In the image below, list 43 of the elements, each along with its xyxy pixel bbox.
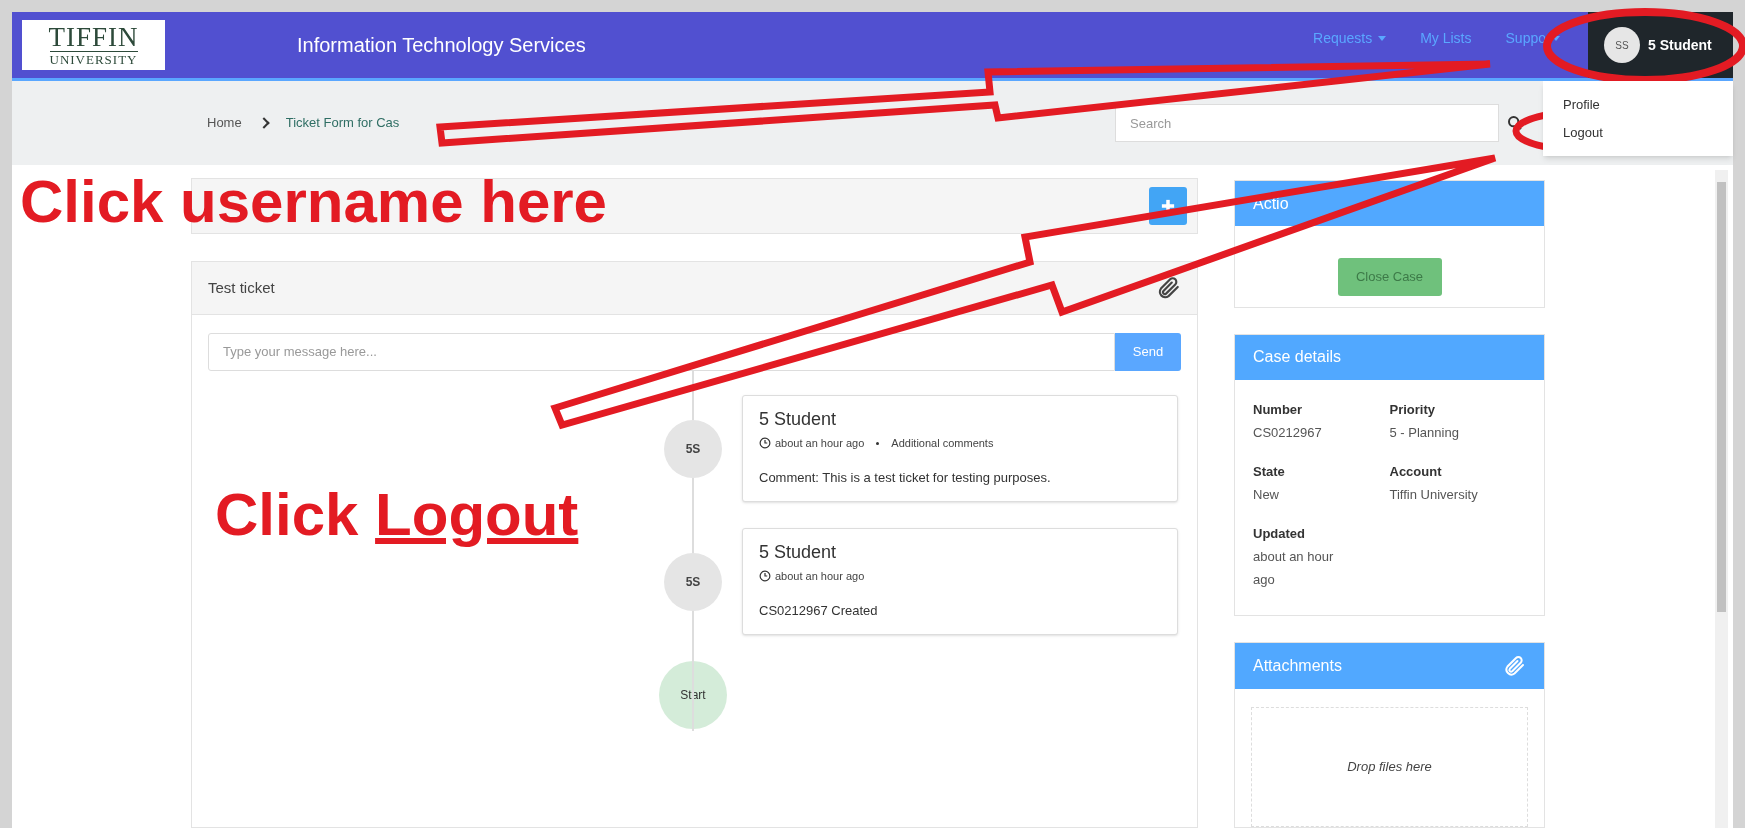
annotation-text: Click username here [20, 172, 607, 232]
timeline-avatar: 5S [664, 552, 722, 611]
author-name: 5 Student [759, 408, 838, 431]
clock-icon [759, 437, 771, 450]
timeline-avatar: 5S [664, 419, 722, 478]
search-field[interactable]: Search [1115, 104, 1499, 142]
panel-title: Case details [1253, 347, 1342, 368]
field-value: CS0212967 [1253, 423, 1323, 442]
field-label: Updated [1253, 524, 1306, 543]
timestamp: about an hour ago [775, 569, 865, 584]
field-value: New [1253, 485, 1280, 504]
breadcrumb-link[interactable]: Home [207, 113, 242, 133]
field-value: about an hour ago [1253, 547, 1335, 589]
user-avatar: SS [1604, 27, 1640, 63]
author-name: 5 Student [759, 541, 838, 564]
annotation-text: Click Logout [215, 485, 579, 545]
logo-text: TIFFIN [48, 24, 139, 51]
field-value: Tiffin University [1389, 485, 1479, 504]
field-label: Number [1253, 400, 1304, 419]
breadcrumb-link[interactable]: Ticket Form for Cas [285, 113, 400, 133]
drop-zone[interactable]: Drop files here [1251, 707, 1528, 827]
entry-text: Comment: This is a test ticket for testing purposes. [759, 468, 1052, 487]
menu-item[interactable]: Profile [1543, 91, 1733, 119]
message-input[interactable]: Type your message here... [208, 333, 1115, 371]
field-label: State [1253, 462, 1286, 481]
panel-title: Test ticket [208, 277, 275, 298]
field-label: Priority [1389, 400, 1436, 419]
university-logo[interactable]: TIFFIN UNIVERSITY [22, 20, 165, 70]
plus-icon [1161, 199, 1175, 213]
logo-subtext: UNIVERSITY [49, 51, 138, 66]
clock-icon [759, 570, 771, 583]
paperclip-icon[interactable] [1502, 654, 1526, 678]
scrollbar[interactable] [1715, 170, 1728, 828]
entry-text: CS0212967 Created [759, 601, 879, 620]
timestamp: about an hour ago [775, 436, 865, 451]
panel-title: Attachments [1253, 656, 1342, 676]
scrollbar-thumb[interactable] [1717, 182, 1726, 612]
site-title: Information Technology Services [297, 33, 586, 58]
field-label: Account [1389, 462, 1443, 481]
user-name: 5 Student [1648, 35, 1712, 55]
entry-type: Additional comments [891, 436, 994, 451]
field-value: 5 - Planning [1389, 423, 1460, 442]
drop-hint: Drop files here [1347, 758, 1432, 777]
